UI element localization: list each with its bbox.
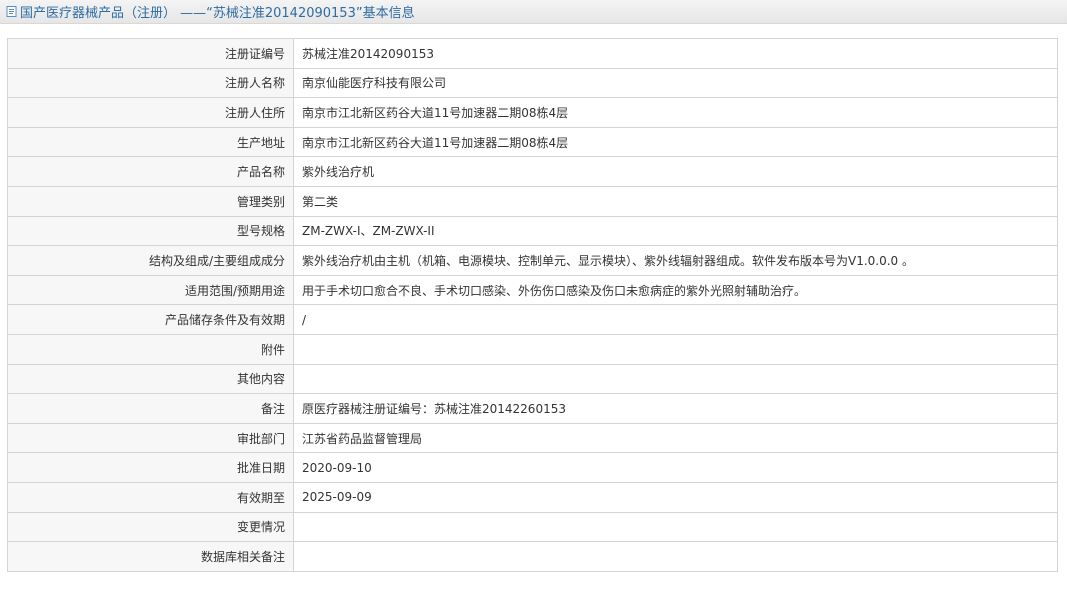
- info-table: 注册证编号 苏械注准20142090153 注册人名称 南京仙能医疗科技有限公司 注册人…: [7, 38, 1058, 572]
- field-value: [293, 363, 1058, 395]
- field-label: 附件: [7, 333, 294, 365]
- field-value: 紫外线治疗机由主机（机箱、电源模块、控制单元、显示模块）、紫外线辐射器组成。软件…: [293, 245, 1058, 276]
- field-label: 产品储存条件及有效期: [7, 304, 294, 335]
- field-value: 第二类: [293, 185, 1058, 217]
- field-value: ZM-ZWX-I、ZM-ZWX-II: [293, 215, 1058, 247]
- field-label: 注册证编号: [7, 38, 294, 69]
- table-row: 结构及组成/主要组成成分 紫外线治疗机由主机（机箱、电源模块、控制单元、显示模块）…: [7, 245, 1058, 276]
- table-row: 数据库相关备注: [7, 541, 1058, 572]
- field-value: 原医疗器械注册证编号：苏械注准20142260153: [293, 393, 1058, 424]
- field-value: 南京仙能医疗科技有限公司: [293, 67, 1058, 99]
- field-label: 其他内容: [7, 363, 294, 395]
- field-label: 管理类别: [7, 185, 294, 217]
- field-label: 备注: [7, 393, 294, 424]
- table-row: 产品名称 紫外线治疗机: [7, 156, 1058, 187]
- field-value: [293, 541, 1058, 572]
- field-value: 南京市江北新区药谷大道11号加速器二期08栋4层: [293, 126, 1058, 158]
- field-label: 数据库相关备注: [7, 541, 294, 572]
- field-value: [293, 511, 1058, 543]
- table-row: 备注 原医疗器械注册证编号：苏械注准20142260153: [7, 393, 1058, 424]
- field-label: 生产地址: [7, 126, 294, 158]
- table-row: 审批部门 江苏省药品监督管理局: [7, 422, 1058, 454]
- field-label: 适用范围/预期用途: [7, 274, 294, 306]
- table-row: 型号规格 ZM-ZWX-I、ZM-ZWX-II: [7, 215, 1058, 247]
- field-label: 审批部门: [7, 422, 294, 454]
- field-value: 2025-09-09: [293, 481, 1058, 513]
- table-row: 注册证编号 苏械注准20142090153: [7, 38, 1058, 69]
- table-row: 批准日期 2020-09-10: [7, 452, 1058, 483]
- field-value: 江苏省药品监督管理局: [293, 422, 1058, 454]
- table-row: 适用范围/预期用途 用于手术切口愈合不良、手术切口感染、外伤伤口感染及伤口未愈病症…: [7, 274, 1058, 306]
- field-label: 注册人名称: [7, 67, 294, 99]
- field-label: 型号规格: [7, 215, 294, 247]
- table-row: 生产地址 南京市江北新区药谷大道11号加速器二期08栋4层: [7, 126, 1058, 158]
- field-label: 产品名称: [7, 156, 294, 187]
- field-value: [293, 333, 1058, 365]
- table-row: 注册人名称 南京仙能医疗科技有限公司: [7, 67, 1058, 99]
- field-value: 2020-09-10: [293, 452, 1058, 483]
- table-row: 变更情况: [7, 511, 1058, 543]
- field-label: 注册人住所: [7, 97, 294, 128]
- document-icon: [6, 6, 17, 17]
- field-value: 苏械注准20142090153: [293, 38, 1058, 69]
- table-row: 有效期至 2025-09-09: [7, 481, 1058, 513]
- page-title: 国产医疗器械产品（注册） ——“苏械注准20142090153”基本信息: [20, 6, 415, 21]
- table-row: 注册人住所 南京市江北新区药谷大道11号加速器二期08栋4层: [7, 97, 1058, 128]
- field-value: 用于手术切口愈合不良、手术切口感染、外伤伤口感染及伤口未愈病症的紫外光照射辅助治…: [293, 274, 1058, 306]
- field-label: 批准日期: [7, 452, 294, 483]
- table-row: 管理类别 第二类: [7, 185, 1058, 217]
- field-label: 变更情况: [7, 511, 294, 543]
- field-value: 紫外线治疗机: [293, 156, 1058, 187]
- field-value: /: [293, 304, 1058, 335]
- table-row: 产品储存条件及有效期 /: [7, 304, 1058, 335]
- field-label: 有效期至: [7, 481, 294, 513]
- field-label: 结构及组成/主要组成成分: [7, 245, 294, 276]
- table-row: 附件: [7, 333, 1058, 365]
- page-header: 国产医疗器械产品（注册） ——“苏械注准20142090153”基本信息: [0, 0, 1067, 24]
- table-row: 其他内容: [7, 363, 1058, 395]
- field-value: 南京市江北新区药谷大道11号加速器二期08栋4层: [293, 97, 1058, 128]
